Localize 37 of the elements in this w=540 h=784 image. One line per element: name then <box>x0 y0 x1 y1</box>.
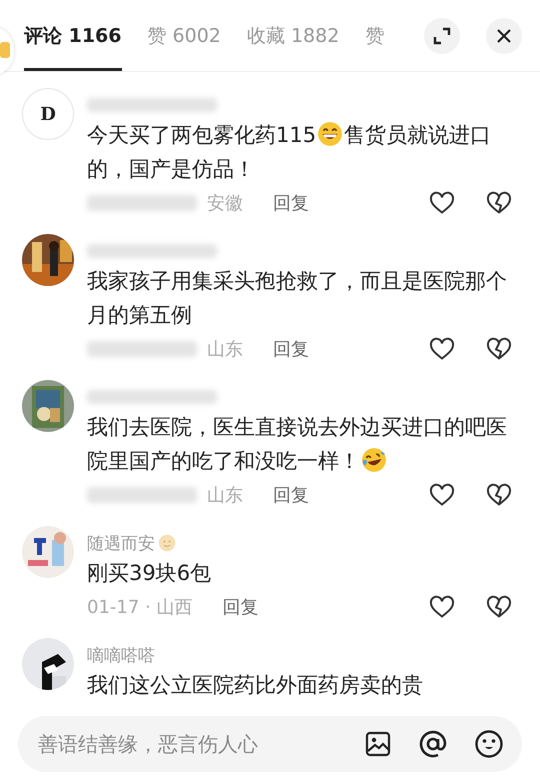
emoji-icon[interactable] <box>474 729 504 759</box>
comment-text: 的，国产是仿品！ <box>87 156 255 183</box>
reply-link[interactable]: 回复 <box>273 191 309 215</box>
reply-link[interactable]: 回复 <box>273 483 309 507</box>
close-icon <box>495 26 513 44</box>
tab[interactable]: 评论 1166 <box>24 0 122 71</box>
comment-input[interactable]: 善语结善缘，恶言伤人心 <box>36 731 338 757</box>
emoji-icon <box>158 534 176 552</box>
broken-heart-icon[interactable] <box>486 337 512 361</box>
avatar[interactable]: D <box>22 88 74 140</box>
date-location: 01-17 · 山西 <box>87 596 192 619</box>
like-icon[interactable] <box>429 483 455 507</box>
emoji-icon <box>317 121 344 147</box>
date-location: 安徽 <box>207 192 243 215</box>
image-icon[interactable] <box>364 730 392 758</box>
comment-text: 刚买39块6包 <box>87 561 212 585</box>
reply-link[interactable]: 回复 <box>222 595 258 619</box>
emoji-icon <box>361 447 387 473</box>
like-icon[interactable] <box>429 191 455 215</box>
comment-text: 今天买了两包雾化药115 <box>87 122 316 149</box>
close-button[interactable] <box>486 18 522 54</box>
date-location: 山东 <box>207 338 243 361</box>
like-icon[interactable] <box>429 337 455 361</box>
comment-text: 售货员就说进口 <box>344 122 492 149</box>
comment-text: 院里国产的吃了和没吃一样！ <box>87 448 360 475</box>
comment-text: 我家孩子用集采头孢抢救了，而且是医院那个月的第五例 <box>87 269 507 327</box>
broken-heart-icon[interactable] <box>486 191 512 215</box>
broken-heart-icon[interactable] <box>486 483 512 507</box>
comment-text: 我们去医院，医生直接说去外边买进口的吧医 <box>87 414 507 441</box>
broken-heart-icon[interactable] <box>486 595 512 619</box>
reply-link[interactable]: 回复 <box>273 337 309 361</box>
comment-text: 我们这公立医院药比外面药房卖的贵 <box>87 673 423 697</box>
mention-icon[interactable] <box>418 729 448 759</box>
comment-box[interactable]: 善语结善缘，恶言伤人心 <box>18 716 522 772</box>
date-location: 山东 <box>207 484 243 507</box>
like-icon[interactable] <box>429 595 455 619</box>
expand-button[interactable] <box>424 18 460 54</box>
